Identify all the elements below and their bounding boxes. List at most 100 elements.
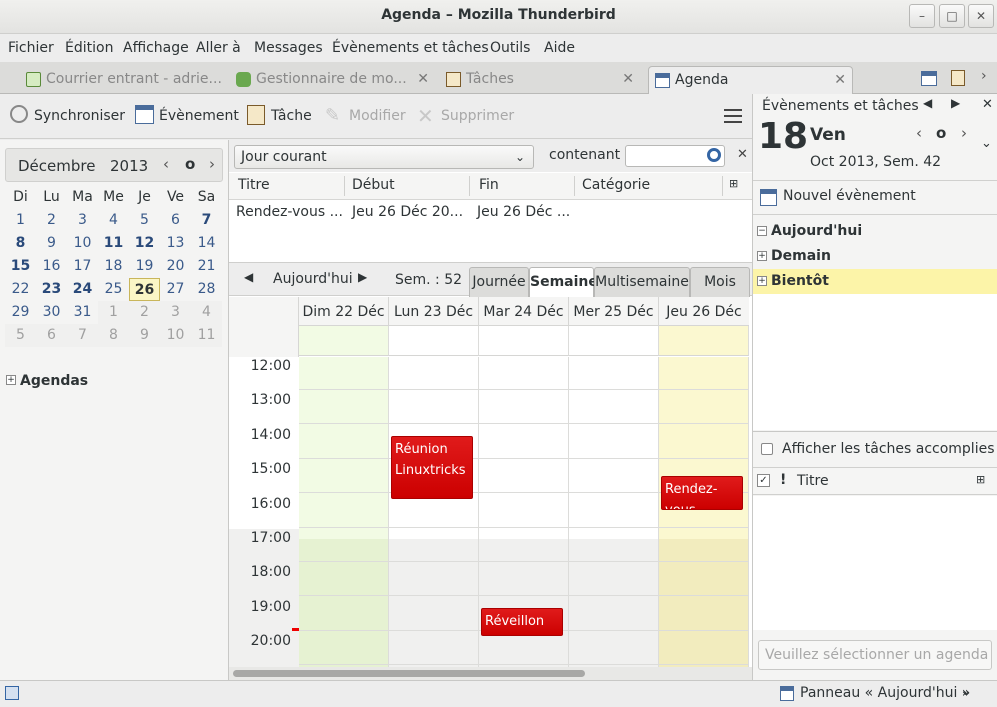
mini-calendar-day[interactable]: 28 [191,278,222,301]
mini-calendar-day[interactable]: 7 [67,324,98,347]
app-menu-button[interactable] [724,108,742,124]
column-picker-icon[interactable]: ⊞ [729,177,738,190]
calendar-view-icon[interactable] [921,71,937,86]
mini-calendar-day[interactable]: 11 [191,324,222,347]
today-day-button[interactable]: o [936,124,946,142]
month-label[interactable]: Décembre [18,157,95,175]
all-day-cell[interactable] [659,326,749,356]
mini-calendar-day[interactable]: 16 [36,255,67,278]
tab-tasks[interactable]: Tâches ✕ [440,66,640,94]
synchronize-button[interactable]: Synchroniser [10,105,125,129]
tasks-title-col[interactable]: Titre [797,473,829,489]
mini-calendar-day[interactable]: 11 [98,232,129,255]
mini-calendar-day[interactable]: 8 [5,232,36,255]
mini-calendar-day[interactable]: 31 [67,301,98,324]
next-week-icon[interactable]: ▶ [358,270,367,284]
all-day-cell[interactable] [479,326,569,356]
all-day-cell[interactable] [299,326,389,356]
mini-calendar-day[interactable]: 4 [98,209,129,232]
tab-day-view[interactable]: Journée [469,267,529,297]
day-header[interactable]: Dim 22 Déc [299,297,389,326]
day-header[interactable]: Lun 23 Déc [389,297,479,326]
col-category[interactable]: Catégorie [582,177,650,193]
day-column[interactable] [659,357,749,667]
mini-calendar-day[interactable]: 2 [129,301,160,324]
quick-task-input[interactable]: Veuillez sélectionner un agenda qu [758,640,992,670]
online-status-icon[interactable] [5,686,19,700]
close-tab-icon[interactable]: ✕ [622,66,634,92]
expand-agendas-icon[interactable]: + [6,375,16,385]
mini-calendar-day[interactable]: 19 [129,255,160,278]
mini-calendar-day[interactable]: 30 [36,301,67,324]
delete-button[interactable]: ✕ Supprimer [417,105,514,129]
new-task-button[interactable]: Tâche [247,105,312,129]
mini-calendar-day[interactable]: 23 [36,278,67,301]
today-pane-toggle[interactable]: Panneau « Aujourd'hui » [800,685,970,701]
column-picker-icon[interactable]: ⊞ [976,473,985,486]
mini-calendar-day[interactable]: 10 [67,232,98,255]
close-pane-icon[interactable]: ✕ [982,97,993,112]
tab-agenda[interactable]: Agenda ✕ [648,66,853,94]
prev-week-icon[interactable]: ◀ [244,270,253,284]
close-filter-icon[interactable]: ✕ [737,147,748,162]
mini-calendar-day[interactable]: 18 [98,255,129,278]
menu-messages[interactable]: Messages [254,40,323,56]
priority-col-icon[interactable]: ! [780,472,786,488]
mini-calendar-day[interactable]: 13 [160,232,191,255]
modify-button[interactable]: ✎ Modifier [325,105,406,129]
mini-calendar-day[interactable]: 12 [129,232,160,255]
mini-calendar-day[interactable]: 9 [36,232,67,255]
mini-calendar-day[interactable]: 17 [67,255,98,278]
tab-multiweek-view[interactable]: Multisemaine [594,267,690,297]
mini-calendar-day[interactable]: 26 [129,278,160,301]
next-month-icon[interactable]: › [209,155,215,173]
range-select[interactable]: Jour courant ⌄ [234,145,534,169]
day-header[interactable]: Mar 24 Déc [479,297,569,326]
mini-calendar-day[interactable]: 5 [5,324,36,347]
day-header[interactable]: Mer 25 Déc [569,297,659,326]
mini-calendar-day[interactable]: 22 [5,278,36,301]
mini-calendar-day[interactable]: 7 [191,209,222,232]
next-pane-icon[interactable]: ▶ [951,96,960,110]
col-start[interactable]: Début [352,177,395,193]
new-event-row[interactable]: Nouvel évènement [753,180,997,215]
search-input[interactable] [625,145,725,167]
day-column[interactable] [299,357,389,667]
day-header[interactable]: Jeu 26 Déc [659,297,749,326]
today-nav-button[interactable]: Aujourd'hui [273,271,353,287]
menu-affichage[interactable]: Affichage [123,40,189,56]
day-column[interactable] [389,357,479,667]
tab-addons[interactable]: Gestionnaire de mo... ✕ [230,66,435,94]
mini-calendar-day[interactable]: 3 [160,301,191,324]
mini-calendar-day[interactable]: 20 [160,255,191,278]
mini-calendar-day[interactable]: 10 [160,324,191,347]
minimize-button[interactable]: – [909,4,935,28]
show-completed-checkbox[interactable] [761,443,773,455]
maximize-button[interactable]: □ [939,4,965,28]
new-event-button[interactable]: Évènement [135,105,239,129]
mini-calendar-day[interactable]: 27 [160,278,191,301]
mini-calendar-day[interactable]: 1 [98,301,129,324]
prev-pane-icon[interactable]: ◀ [923,96,932,110]
horizontal-scrollbar[interactable] [229,667,752,680]
all-day-cell[interactable] [569,326,659,356]
chevron-down-icon[interactable]: ⌄ [981,136,992,151]
mini-calendar-day[interactable]: 9 [129,324,160,347]
menu-aller-a[interactable]: Aller à [196,40,241,56]
close-window-button[interactable]: ✕ [968,4,994,28]
day-column[interactable] [569,357,659,667]
mini-calendar-day[interactable]: 15 [5,255,36,278]
mini-calendar-day[interactable]: 5 [129,209,160,232]
col-end[interactable]: Fin [479,177,499,193]
close-tab-icon[interactable]: ✕ [417,66,429,92]
prev-month-icon[interactable]: ‹ [163,155,169,173]
mini-calendar-day[interactable]: 14 [191,232,222,255]
mini-calendar-day[interactable]: 25 [98,278,129,301]
scrollbar-thumb[interactable] [233,670,585,677]
section-soon[interactable]: + Bientôt [753,269,997,294]
mini-calendar-day[interactable]: 1 [5,209,36,232]
calendar-event[interactable]: Rendez-vous dentiste [661,475,743,511]
agendas-section-label[interactable]: Agendas [20,373,88,389]
menu-fichier[interactable]: Fichier [8,40,54,56]
menu-outils[interactable]: Outils [490,40,530,56]
